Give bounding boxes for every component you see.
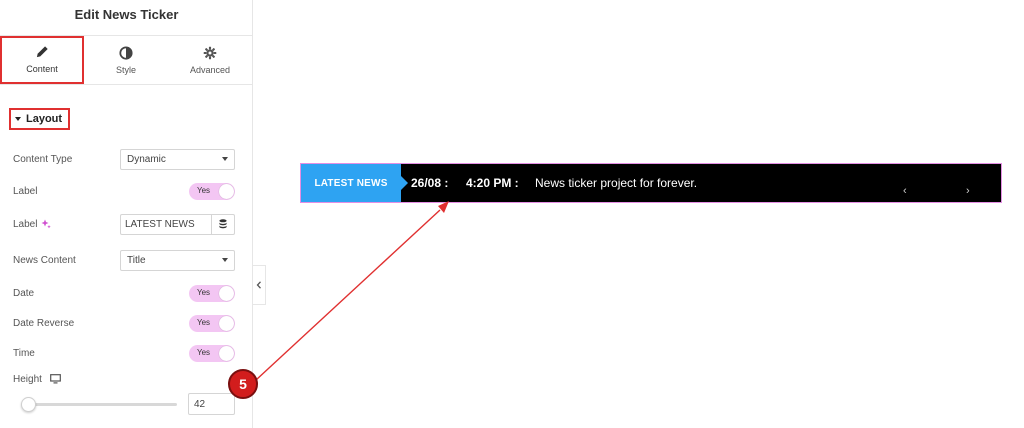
annotation-arrow (255, 201, 449, 381)
step-badge: 5 (228, 369, 258, 399)
